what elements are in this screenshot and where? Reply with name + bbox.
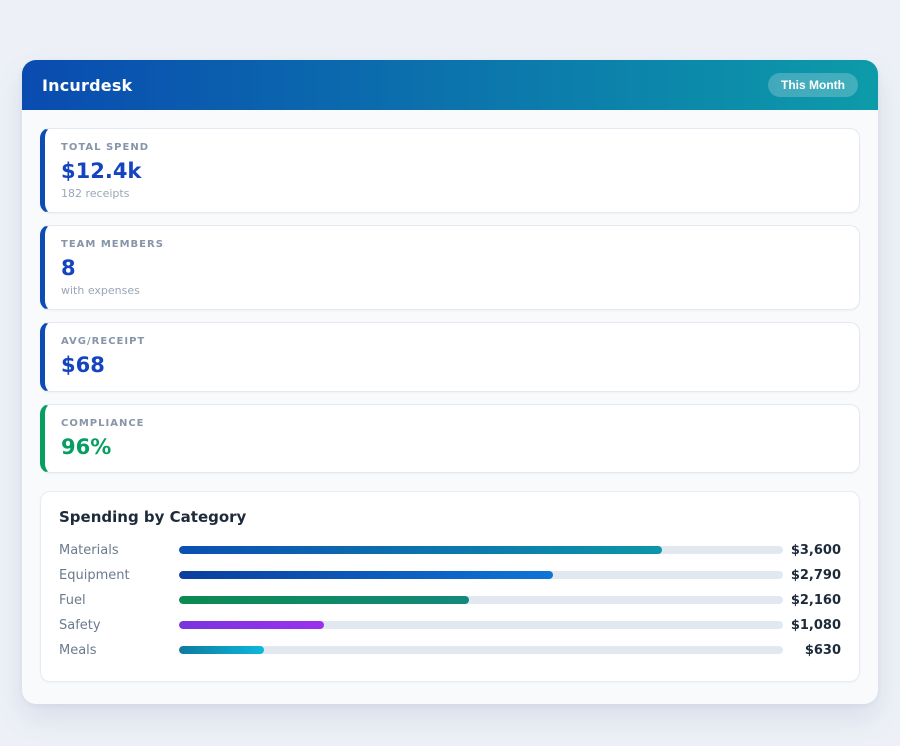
bar-fill-equipment xyxy=(179,571,554,580)
stat-value: $12.4k xyxy=(61,159,142,183)
category-label: Fuel xyxy=(59,592,86,608)
category-value: $2,790 xyxy=(790,567,841,583)
bar-track xyxy=(179,646,783,655)
stat-card-avg-receipt: AVG/RECEIPT $68 xyxy=(40,322,860,392)
category-value: $1,080 xyxy=(790,617,841,633)
stat-value: 96% xyxy=(61,434,112,459)
category-row-equipment: Equipment $2,790 xyxy=(59,563,841,588)
category-row-safety: Safety $1,080 xyxy=(59,613,841,638)
stat-value: 8 xyxy=(61,256,76,281)
stat-label: TOTAL SPEND xyxy=(61,142,149,153)
bar-track xyxy=(179,621,783,630)
stat-label: TEAM MEMBERS xyxy=(61,239,164,251)
stat-value: $68 xyxy=(61,353,105,378)
category-value: $2,160 xyxy=(790,592,841,608)
bar-fill-safety xyxy=(179,621,324,630)
content-area: TOTAL SPEND $12.4k 182 receipts TEAM MEM… xyxy=(22,110,878,682)
stat-card-team-members: TEAM MEMBERS 8 with expenses xyxy=(40,225,860,311)
category-value: $3,600 xyxy=(790,542,841,558)
stat-subtitle: with expenses xyxy=(61,284,140,298)
stat-card-total-spend: TOTAL SPEND $12.4k 182 receipts xyxy=(40,128,860,214)
category-label: Meals xyxy=(59,642,97,658)
stat-subtitle: 182 receipts xyxy=(61,187,130,201)
stat-label: AVG/RECEIPT xyxy=(61,336,146,348)
bar-track xyxy=(179,571,783,580)
bar-fill-meals xyxy=(179,646,264,655)
spending-by-category-card: Spending by Category Materials $3,600 Eq… xyxy=(40,490,860,682)
app-header: Incurdesk This Month xyxy=(22,60,878,110)
bar-track xyxy=(179,596,783,605)
bar-fill-materials xyxy=(179,546,663,555)
period-badge[interactable]: This Month xyxy=(768,73,858,97)
category-value: $630 xyxy=(804,642,841,658)
category-row-materials: Materials $3,600 xyxy=(59,538,841,563)
category-label: Materials xyxy=(59,542,119,558)
bar-track xyxy=(179,546,783,555)
category-label: Safety xyxy=(59,617,101,633)
category-label: Equipment xyxy=(59,567,130,583)
dashboard-panel: Incurdesk This Month TOTAL SPEND $12.4k … xyxy=(22,60,878,704)
app-title: Incurdesk xyxy=(42,75,133,95)
section-title: Spending by Category xyxy=(59,507,247,526)
stat-label: COMPLIANCE xyxy=(61,417,145,429)
category-row-fuel: Fuel $2,160 xyxy=(59,588,841,613)
category-row-meals: Meals $630 xyxy=(59,638,841,663)
bar-fill-fuel xyxy=(179,596,469,605)
stat-card-compliance: COMPLIANCE 96% xyxy=(40,403,860,473)
